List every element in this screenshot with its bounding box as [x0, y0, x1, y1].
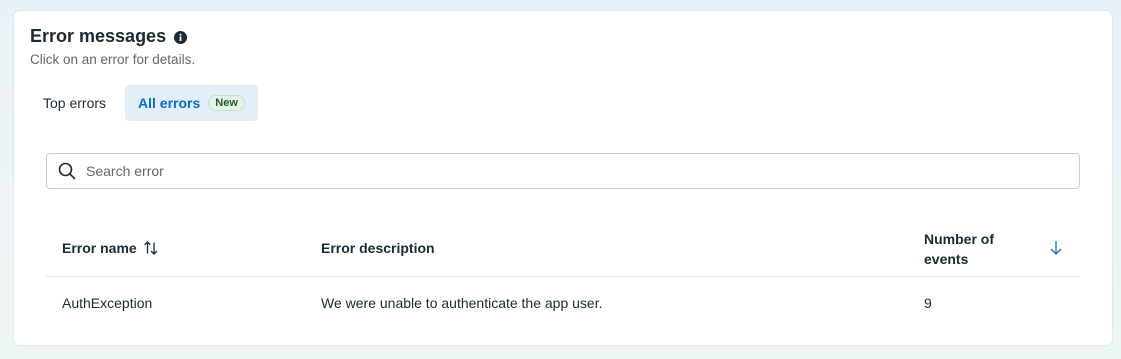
search-input[interactable] — [84, 162, 1079, 180]
errors-table: Error name Error description Number of e… — [46, 217, 1080, 329]
table-header: Error name Error description Number of e… — [46, 217, 1080, 277]
table-row[interactable]: AuthException We were unable to authenti… — [46, 277, 1080, 329]
error-messages-card: Error messages Click on an error for det… — [14, 11, 1112, 345]
tab-label: All errors — [138, 95, 201, 111]
error-description-cell: We were unable to authenticate the app u… — [321, 295, 603, 311]
column-header-number-of-events[interactable]: Number of events — [924, 229, 1014, 269]
column-header-label: Error description — [321, 240, 435, 256]
tab-bar: Top errors All errors New — [30, 85, 258, 121]
title-row: Error messages — [30, 26, 188, 47]
info-icon[interactable] — [174, 30, 188, 44]
error-name-cell: AuthException — [62, 295, 153, 311]
tab-label: Top errors — [43, 95, 107, 111]
column-header-error-name[interactable]: Error name — [62, 240, 159, 256]
search-box[interactable] — [46, 153, 1080, 189]
tab-top-errors[interactable]: Top errors — [30, 85, 119, 121]
page-title: Error messages — [30, 26, 167, 46]
sort-toggle-icon[interactable] — [143, 241, 159, 255]
column-header-error-description: Error description — [321, 240, 435, 256]
event-count-cell: 9 — [924, 295, 932, 311]
sort-descending-icon[interactable] — [1049, 240, 1063, 256]
tab-all-errors[interactable]: All errors New — [125, 85, 258, 121]
column-header-label: Number of events — [924, 231, 994, 267]
column-header-label: Error name — [62, 240, 137, 256]
new-badge: New — [208, 95, 245, 111]
subtitle: Click on an error for details. — [30, 52, 196, 67]
search-icon — [58, 162, 76, 180]
